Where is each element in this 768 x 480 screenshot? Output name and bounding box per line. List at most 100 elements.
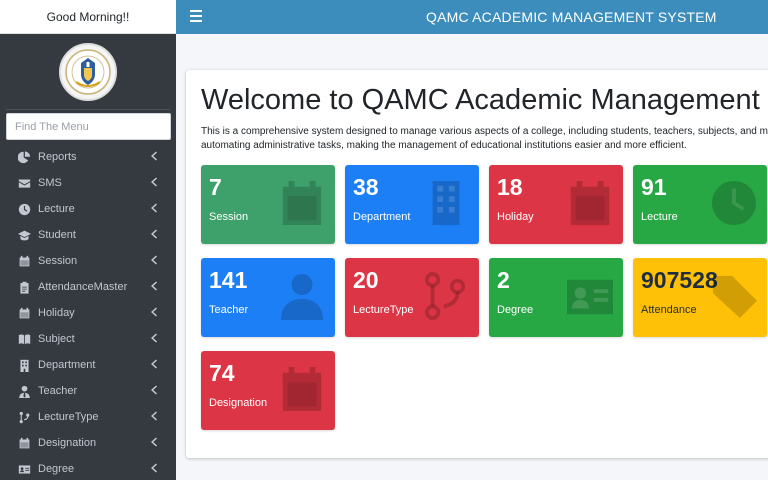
sidebar-item-label: LectureType — [38, 411, 99, 423]
chevron-left-icon — [150, 307, 160, 319]
stat-value: 907528 — [641, 267, 718, 293]
stat-label: Designation — [209, 397, 268, 409]
stat-label: Department — [353, 211, 411, 223]
chevron-left-icon — [150, 437, 160, 449]
book-icon — [17, 332, 31, 346]
stat-value: 2 — [497, 267, 510, 293]
clock-icon — [17, 202, 31, 216]
graduation-cap-icon — [17, 228, 31, 242]
chevron-left-icon — [150, 333, 160, 345]
chevron-left-icon — [150, 255, 160, 267]
stat-value: 38 — [353, 174, 379, 200]
stat-label: Attendance — [641, 304, 697, 316]
sidebar-item-student[interactable]: Student — [0, 222, 176, 248]
chevron-left-icon — [150, 203, 160, 215]
stat-label: Holiday — [497, 211, 534, 223]
chevron-left-icon — [150, 281, 160, 293]
sidebar-item-holiday[interactable]: Holiday — [0, 300, 176, 326]
sidebar-item-lecture[interactable]: Lecture — [0, 196, 176, 222]
stat-tile-holiday[interactable]: 18 Holiday — [489, 165, 623, 244]
sidebar-item-designation[interactable]: Designation — [0, 430, 176, 456]
sidebar-item-attendancemaster[interactable]: AttendanceMaster — [0, 274, 176, 300]
sidebar-item-label: Session — [38, 255, 78, 267]
sidebar-item-label: Lecture — [38, 203, 75, 215]
page-title: Welcome to QAMC Academic Management Syst… — [201, 84, 768, 116]
sidebar-item-label: Teacher — [38, 385, 78, 397]
calendar-icon — [279, 364, 325, 414]
code-branch-icon — [17, 410, 31, 424]
calendar-icon — [17, 436, 31, 450]
sidebar-item-department[interactable]: Department — [0, 352, 176, 378]
stat-tile-attendance[interactable]: 907528 Attendance — [633, 258, 767, 337]
sidebar-item-label: SMS — [38, 177, 62, 189]
sidebar-item-teacher[interactable]: Teacher — [0, 378, 176, 404]
stat-tile-lecturetype[interactable]: 20 LectureType — [345, 258, 479, 337]
logo-emblem-icon — [65, 49, 111, 95]
stat-label: LectureType — [353, 304, 414, 316]
calendar-icon — [17, 306, 31, 320]
stat-label: Session — [209, 211, 249, 223]
sidebar-item-label: Subject — [38, 333, 75, 345]
stat-tile-designation[interactable]: 74 Designation — [201, 351, 335, 430]
user-tie-icon — [17, 384, 31, 398]
stat-tile-teacher[interactable]: 141 Teacher — [201, 258, 335, 337]
sidebar-item-label: Department — [38, 359, 96, 371]
calendar-icon — [17, 254, 31, 268]
sidebar-item-label: AttendanceMaster — [38, 281, 128, 293]
sidebar-item-label: Student — [38, 229, 76, 241]
sidebar-item-subject[interactable]: Subject — [0, 326, 176, 352]
user-tie-icon — [279, 271, 325, 321]
id-card-icon — [567, 271, 613, 321]
chevron-left-icon — [150, 359, 160, 371]
stat-value: 141 — [209, 267, 248, 293]
chevron-left-icon — [150, 411, 160, 423]
top-navbar: QAMC ACADEMIC MANAGEMENT SYSTEM — [176, 0, 768, 34]
stat-tile-department[interactable]: 38 Department — [345, 165, 479, 244]
app-title: QAMC ACADEMIC MANAGEMENT SYSTEM — [426, 9, 717, 25]
greeting-text: Good Morning!! — [0, 0, 176, 34]
menu-search-input[interactable] — [6, 113, 171, 140]
stat-tile-degree[interactable]: 2 Degree — [489, 258, 623, 337]
sidebar-item-label: Designation — [38, 437, 97, 449]
stat-value: 74 — [209, 360, 235, 386]
page-description: This is a comprehensive system designed … — [201, 126, 768, 151]
sidebar-item-sms[interactable]: SMS — [0, 170, 176, 196]
stat-label: Degree — [497, 304, 534, 316]
sidebar-item-label: Holiday — [38, 307, 75, 319]
college-logo[interactable] — [59, 43, 117, 101]
clock-icon — [711, 178, 757, 228]
stat-label: Lecture — [641, 211, 678, 223]
sidebar-item-degree[interactable]: Degree — [0, 456, 176, 480]
stat-value: 18 — [497, 174, 523, 200]
welcome-card: Welcome to QAMC Academic Management Syst… — [186, 70, 768, 458]
chevron-left-icon — [150, 463, 160, 475]
hamburger-menu-icon[interactable] — [190, 10, 202, 22]
chevron-left-icon — [150, 151, 160, 163]
chevron-left-icon — [150, 385, 160, 397]
stat-tile-session[interactable]: 7 Session — [201, 165, 335, 244]
sidebar-item-lecturetype[interactable]: LectureType — [0, 404, 176, 430]
tag-icon — [711, 271, 757, 321]
stat-label: Teacher — [209, 304, 249, 316]
sidebar-menu: Reports SMS Lecture Student Session Attendanc… — [0, 144, 176, 480]
id-card-icon — [17, 462, 31, 476]
calendar-icon — [279, 178, 325, 228]
stat-value: 7 — [209, 174, 222, 200]
stat-value: 20 — [353, 267, 379, 293]
envelope-icon — [17, 176, 31, 190]
sidebar-item-label: Reports — [38, 151, 77, 163]
code-branch-icon — [423, 271, 469, 321]
logo-area — [6, 34, 170, 110]
building-icon — [423, 178, 469, 228]
clipboard-icon — [17, 280, 31, 294]
chevron-left-icon — [150, 229, 160, 241]
stat-value: 91 — [641, 174, 667, 200]
sidebar-item-label: Degree — [38, 463, 75, 475]
stat-tile-lecture[interactable]: 91 Lecture — [633, 165, 767, 244]
chevron-left-icon — [150, 177, 160, 189]
sidebar-item-session[interactable]: Session — [0, 248, 176, 274]
building-icon — [17, 358, 31, 372]
sidebar-item-reports[interactable]: Reports — [0, 144, 176, 170]
calendar-icon — [567, 178, 613, 228]
pie-chart-icon — [17, 150, 31, 164]
